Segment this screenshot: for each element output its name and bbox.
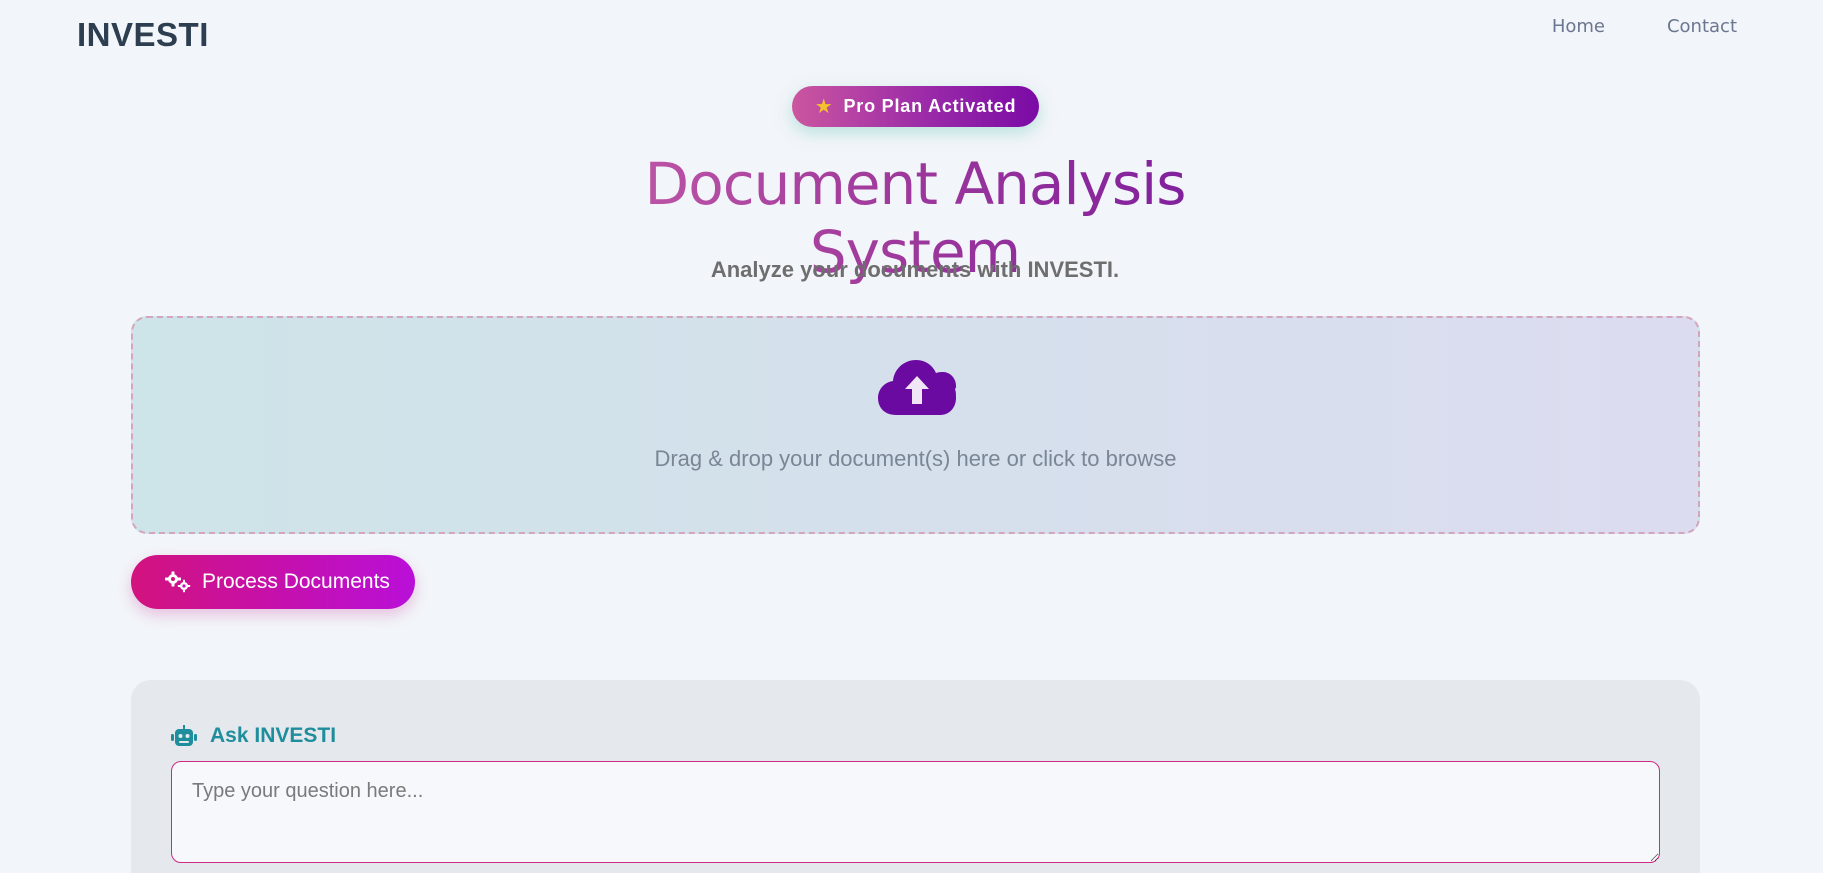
nav-link-home[interactable]: Home [1552,16,1605,37]
pro-plan-badge: ★ Pro Plan Activated [792,86,1039,127]
pro-plan-label: Pro Plan Activated [843,96,1017,116]
file-dropzone[interactable]: Drag & drop your document(s) here or cli… [131,316,1700,534]
page: INVESTI Home Contact ★ Pro Plan Activate… [0,0,1823,873]
process-documents-label: Process Documents [202,570,390,593]
page-title-wrap: Document Analysis System [580,150,1250,286]
process-documents-button[interactable]: Process Documents [131,555,415,609]
cloud-upload-icon [878,360,956,415]
question-input[interactable] [171,761,1660,863]
ask-header: Ask INVESTI [171,724,336,748]
star-icon: ★ [814,95,834,118]
ask-title: Ask INVESTI [210,724,337,747]
page-subtitle: Analyze your documents with INVESTI. [710,257,1120,282]
robot-icon [171,725,197,746]
top-nav: Home Contact [1552,16,1737,37]
dropzone-hint: Drag & drop your document(s) here or cli… [654,446,1177,471]
gears-icon [165,571,191,593]
nav-link-contact[interactable]: Contact [1667,16,1737,37]
brand-logo[interactable]: INVESTI [77,16,209,54]
ask-panel: Ask INVESTI [131,680,1700,873]
